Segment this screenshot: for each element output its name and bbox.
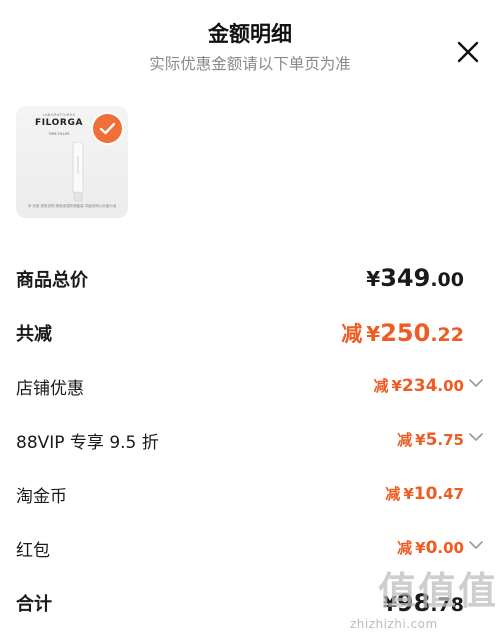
- discount-decimal: .00: [437, 377, 464, 395]
- close-button[interactable]: [454, 38, 482, 66]
- discount-decimal: .00: [437, 539, 464, 557]
- currency-symbol: ¥: [366, 322, 381, 346]
- total-price-label: 商品总价: [16, 270, 88, 291]
- discount-label: 红包: [16, 541, 50, 561]
- chevron-down-icon[interactable]: [468, 378, 484, 388]
- discount-row-store[interactable]: 店铺优惠 减 ¥234.00: [0, 374, 500, 404]
- page-subtitle: 实际优惠金额请以下单页为准: [149, 55, 351, 73]
- discount-integer: 10: [413, 484, 438, 504]
- sheet-header: 金额明细 实际优惠金额请以下单页为准: [0, 0, 500, 80]
- chevron-down-icon[interactable]: [468, 432, 484, 442]
- discount-value: 减 ¥0.00: [397, 537, 464, 558]
- watermark-site: zhizhizhi.com: [350, 617, 438, 631]
- discount-prefix: 减: [397, 431, 413, 449]
- price-decimal: .00: [430, 269, 464, 291]
- discount-prefix: 减: [341, 322, 363, 346]
- discount-decimal: .47: [437, 485, 464, 503]
- discount-integer: 5: [425, 430, 438, 450]
- discount-value: 减 ¥5.75: [397, 429, 464, 450]
- brand-caption: LABORATOIRES: [42, 113, 76, 117]
- currency-symbol: ¥: [415, 431, 426, 449]
- total-discount-value: 减 ¥250.22: [341, 318, 464, 348]
- discount-label: 88VIP 专享 9.5 折: [16, 433, 159, 453]
- checkmark-icon: [99, 122, 116, 135]
- currency-symbol: ¥: [415, 539, 426, 557]
- chevron-down-icon[interactable]: [468, 540, 484, 550]
- close-icon: [457, 41, 479, 63]
- discount-prefix: 减: [385, 485, 401, 503]
- total-price-row: 商品总价 ¥349.00: [0, 264, 500, 296]
- discount-integer: 0: [425, 538, 438, 558]
- product-tube-image: [72, 142, 84, 202]
- watermark-logo: 值值值: [378, 569, 499, 613]
- product-fine-print: 本·优惠·参数说明 精致保湿防晒套装 详细说明以页面为准: [27, 204, 117, 208]
- brand-logo: FILORGA: [34, 118, 84, 128]
- discount-prefix: 减: [397, 539, 413, 557]
- discount-integer: 234: [401, 376, 438, 396]
- currency-symbol: ¥: [366, 267, 381, 291]
- page-title: 金额明细: [208, 22, 292, 46]
- grand-total-label: 合计: [16, 594, 52, 615]
- discount-decimal: .22: [430, 324, 464, 346]
- selected-badge: [93, 114, 122, 143]
- discount-integer: 250: [380, 319, 431, 347]
- total-discount-row: 共减 减 ¥250.22: [0, 318, 500, 350]
- currency-symbol: ¥: [403, 485, 414, 503]
- price-integer: 349: [380, 264, 431, 292]
- currency-symbol: ¥: [391, 377, 402, 395]
- discount-prefix: 减: [373, 377, 389, 395]
- product-tag: TIME-FILLER: [48, 132, 70, 136]
- total-discount-label: 共减: [16, 324, 52, 345]
- discount-row-taojinbi: 淘金币 减 ¥10.47: [0, 482, 500, 512]
- discount-value: 减 ¥10.47: [385, 483, 464, 504]
- discount-row-88vip[interactable]: 88VIP 专享 9.5 折 减 ¥5.75: [0, 428, 500, 458]
- discount-label: 店铺优惠: [16, 379, 84, 399]
- discount-label: 淘金币: [16, 487, 67, 507]
- discount-decimal: .75: [437, 431, 464, 449]
- discount-value: 减 ¥234.00: [373, 375, 464, 396]
- total-price-value: ¥349.00: [366, 264, 464, 292]
